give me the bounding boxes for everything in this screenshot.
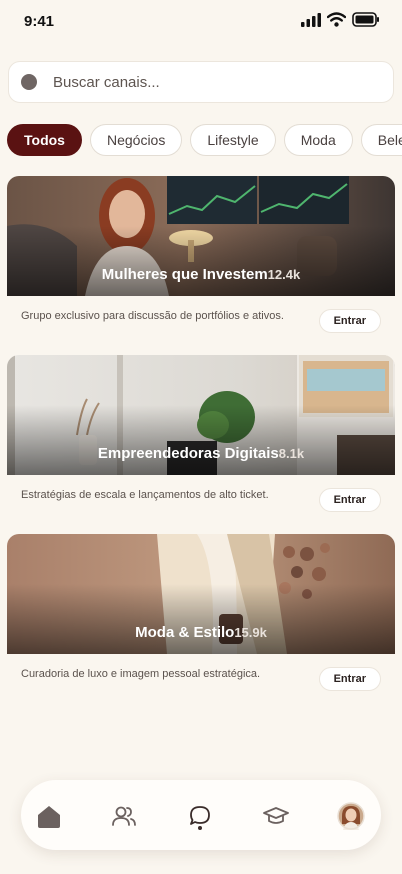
channel-image: Mulheres que Investem12.4k: [7, 176, 395, 296]
join-button[interactable]: Entrar: [318, 488, 381, 512]
channel-description: Grupo exclusivo para discussão de portfó…: [21, 310, 284, 322]
chip-moda[interactable]: Moda: [283, 124, 353, 156]
nav-home[interactable]: [35, 802, 63, 830]
graduation-cap-icon: [263, 807, 289, 824]
community-icon: [112, 806, 136, 826]
channel-title-row: Mulheres que Investem12.4k: [7, 266, 395, 284]
join-button[interactable]: Entrar: [318, 667, 381, 691]
wifi-icon: [327, 12, 346, 27]
channel-body: Grupo exclusivo para discussão de portfó…: [7, 296, 395, 352]
channel-title: Moda & Estilo: [135, 624, 235, 641]
chip-beleza[interactable]: Bele: [360, 124, 402, 156]
bottom-navigation: [21, 780, 381, 850]
chat-icon: [190, 806, 210, 825]
member-count: 15.9k: [234, 625, 267, 640]
filter-chips: Todos Negócios Lifestyle Moda Bele: [7, 124, 402, 156]
search-bar[interactable]: [8, 61, 394, 103]
channel-title: Mulheres que Investem: [101, 266, 268, 283]
channel-card[interactable]: Empreendedoras Digitais8.1k Estratégias …: [7, 355, 395, 531]
channel-title-row: Moda & Estilo15.9k: [7, 624, 395, 642]
channel-image: Moda & Estilo15.9k: [7, 534, 395, 654]
active-indicator: [198, 826, 202, 830]
nav-profile[interactable]: [337, 802, 365, 830]
signal-icon: [301, 12, 321, 27]
join-button[interactable]: Entrar: [318, 309, 381, 333]
image-overlay: [7, 584, 395, 654]
image-overlay: [7, 405, 395, 475]
channel-description: Curadoria de luxo e imagem pessoal estra…: [21, 668, 261, 680]
channel-title: Empreendedoras Digitais: [97, 445, 279, 462]
channel-card[interactable]: Mulheres que Investem12.4k Grupo exclusi…: [7, 176, 395, 352]
channel-title-row: Empreendedoras Digitais8.1k: [7, 445, 395, 463]
nav-community[interactable]: [110, 802, 138, 830]
search-icon: [21, 74, 37, 90]
nav-courses[interactable]: [262, 802, 290, 830]
status-bar: 9:41: [0, 0, 402, 44]
status-time: 9:41: [24, 13, 55, 30]
channel-description: Estratégias de escala e lançamentos de a…: [21, 489, 269, 501]
channel-image: Empreendedoras Digitais8.1k: [7, 355, 395, 475]
home-icon: [38, 806, 60, 828]
search-input[interactable]: [51, 72, 355, 92]
chip-todos[interactable]: Todos: [7, 124, 82, 156]
status-icons: [301, 12, 380, 27]
member-count: 8.1k: [278, 446, 305, 461]
profile-avatar: [337, 802, 365, 830]
channel-body: Curadoria de luxo e imagem pessoal estra…: [7, 654, 395, 710]
image-overlay: [7, 226, 395, 296]
member-count: 12.4k: [267, 267, 301, 282]
channel-body: Estratégias de escala e lançamentos de a…: [7, 475, 395, 531]
chip-lifestyle[interactable]: Lifestyle: [190, 124, 276, 156]
battery-icon: [352, 12, 379, 27]
channel-card[interactable]: Moda & Estilo15.9k Curadoria de luxo e i…: [7, 534, 395, 710]
chip-negocios[interactable]: Negócios: [89, 124, 183, 156]
